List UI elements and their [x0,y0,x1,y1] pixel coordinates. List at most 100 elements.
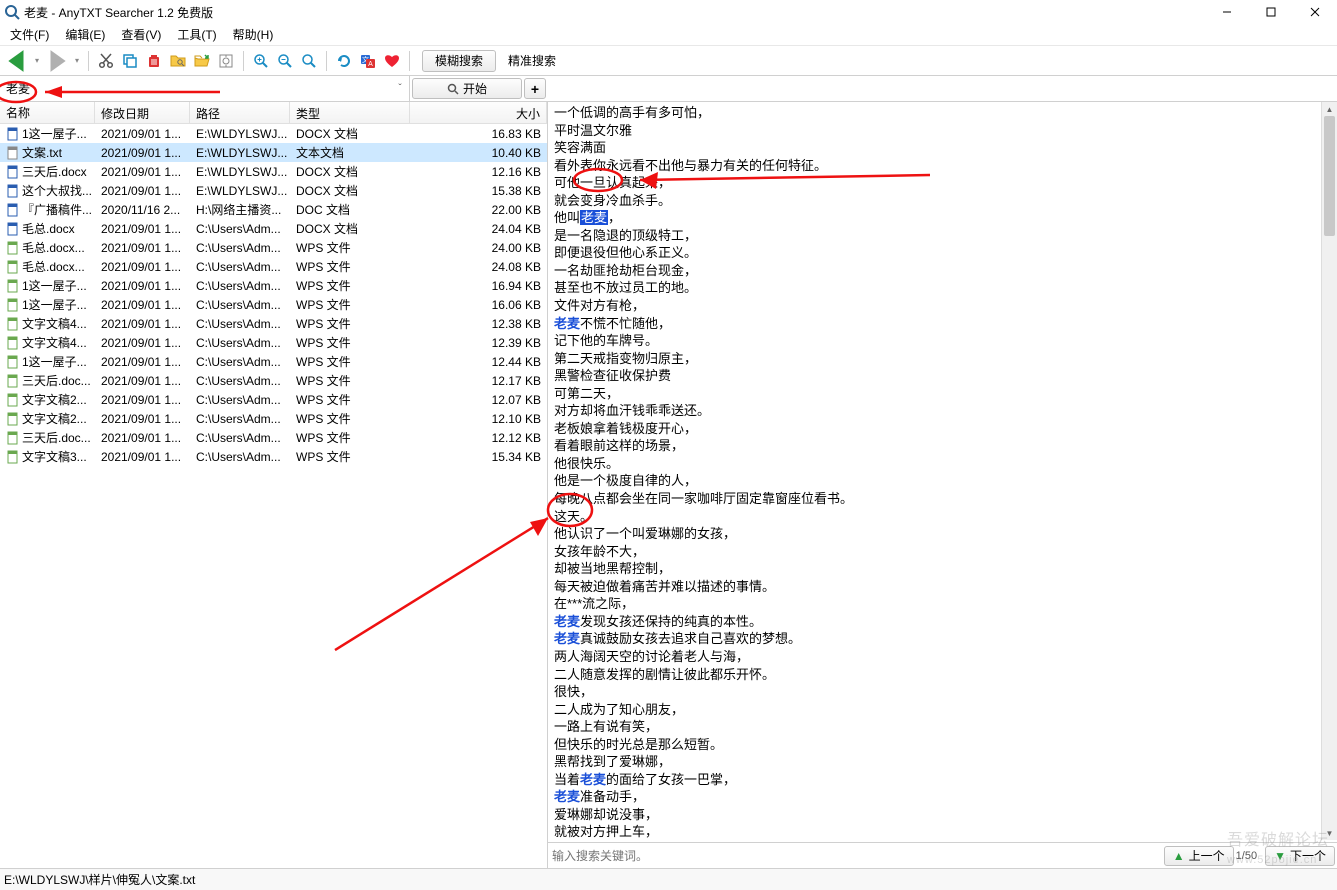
minimize-button[interactable] [1205,0,1249,24]
table-row[interactable]: 文字文稿2...2021/09/01 1...C:\Users\Adm...WP… [0,409,547,428]
col-path[interactable]: 路径 [190,102,290,123]
table-row[interactable]: 毛总.docx2021/09/01 1...C:\Users\Adm...DOC… [0,219,547,238]
scroll-up-icon[interactable]: ▲ [1322,102,1337,116]
zoom-reset-icon[interactable] [298,50,320,72]
results-header: 名称 修改日期 路径 类型 大小 [0,102,547,124]
exact-search-label[interactable]: 精准搜索 [498,50,566,72]
table-row[interactable]: 文案.txt2021/09/01 1...E:\WLDYLSWJ...文本文档1… [0,143,547,162]
menu-file[interactable]: 文件(F) [2,24,57,45]
table-row[interactable]: 这个大叔找...2021/09/01 1...E:\WLDYLSWJ...DOC… [0,181,547,200]
search-dropdown-icon[interactable]: ˇ [391,83,409,94]
window-title: 老麦 - AnyTXT Searcher 1.2 免费版 [24,4,1205,21]
toolbar: ▾ ▾ 文A 模糊搜索 精准搜索 [0,46,1337,76]
preview-line: 黑警检查征收保护费 [554,367,1331,385]
status-bar: E:\WLDYLSWJ\样片\伸冤人\文案.txt [0,868,1337,890]
preview-line: 完事之后对方才注意到老麦， [554,841,1331,842]
app-icon [4,4,20,20]
preview-line: 对方却将血汗钱乖乖送还。 [554,402,1331,420]
col-type[interactable]: 类型 [290,102,410,123]
table-row[interactable]: 文字文稿4...2021/09/01 1...C:\Users\Adm...WP… [0,333,547,352]
cut-icon[interactable] [95,50,117,72]
fuzzy-search-button[interactable]: 模糊搜索 [422,50,496,72]
preview-line: 但快乐的时光总是那么短暂。 [554,736,1331,754]
scroll-thumb[interactable] [1324,116,1335,236]
preview-line: 即便退役但他心系正义。 [554,244,1331,262]
search-row: ˇ 开始 + [0,76,1337,102]
zoom-in-icon[interactable] [250,50,272,72]
find-prev-button[interactable]: ▲上一个 [1164,846,1234,866]
preview-line: 笑容满面 [554,139,1331,157]
table-row[interactable]: 毛总.docx...2021/09/01 1...C:\Users\Adm...… [0,257,547,276]
preview-line: 甚至也不放过员工的地。 [554,279,1331,297]
zoom-out-icon[interactable] [274,50,296,72]
preview-line: 一名劫匪抢劫柜台现金， [554,262,1331,280]
preview-line: 却被当地黑帮控制， [554,560,1331,578]
preview-line: 看着眼前这样的场景， [554,437,1331,455]
preview-line: 二人成为了知心朋友， [554,701,1331,719]
maximize-button[interactable] [1249,0,1293,24]
preview-line: 老麦发现女孩还保持的纯真的本性。 [554,613,1331,631]
results-pane: 名称 修改日期 路径 类型 大小 1这一屋子...2021/09/01 1...… [0,102,548,868]
col-date[interactable]: 修改日期 [95,102,190,123]
table-row[interactable]: 三天后.doc...2021/09/01 1...C:\Users\Adm...… [0,371,547,390]
settings-icon[interactable] [215,50,237,72]
refresh-icon[interactable] [333,50,355,72]
table-row[interactable]: 1这一屋子...2021/09/01 1...C:\Users\Adm...WP… [0,352,547,371]
table-row[interactable]: 三天后.doc...2021/09/01 1...C:\Users\Adm...… [0,428,547,447]
preview-find-input[interactable] [552,846,1158,866]
table-row[interactable]: 三天后.docx2021/09/01 1...E:\WLDYLSWJ...DOC… [0,162,547,181]
svg-text:A: A [368,61,373,68]
preview-line: 女孩年龄不大， [554,543,1331,561]
col-name[interactable]: 名称 [0,102,95,123]
status-path: E:\WLDYLSWJ\样片\伸冤人\文案.txt [4,871,195,888]
nav-back-button[interactable] [4,51,30,71]
translate-icon[interactable]: 文A [357,50,379,72]
nav-forward-button[interactable] [44,51,70,71]
table-row[interactable]: 1这一屋子...2021/09/01 1...C:\Users\Adm...WP… [0,276,547,295]
preview-line: 一路上有说有笑， [554,718,1331,736]
search-input[interactable] [2,78,389,100]
preview-line: 当着老麦的面给了女孩一巴掌， [554,771,1331,789]
favorite-icon[interactable] [381,50,403,72]
preview-line: 每晚八点都会坐在同一家咖啡厅固定靠窗座位看书。 [554,490,1331,508]
table-row[interactable]: 1这一屋子...2021/09/01 1...E:\WLDYLSWJ...DOC… [0,124,547,143]
open-file-icon[interactable] [191,50,213,72]
preview-line: 平时温文尔雅 [554,122,1331,140]
results-body: 1这一屋子...2021/09/01 1...E:\WLDYLSWJ...DOC… [0,124,547,868]
table-row[interactable]: 文字文稿2...2021/09/01 1...C:\Users\Adm...WP… [0,390,547,409]
table-row[interactable]: 『广播稿件...2020/11/16 2...H:\网络主播资...DOC 文档… [0,200,547,219]
folder-search-icon[interactable] [167,50,189,72]
preview-line: 两人海阔天空的讨论着老人与海， [554,648,1331,666]
preview-line: 爱琳娜却说没事， [554,806,1331,824]
menu-tool[interactable]: 工具(T) [169,24,224,45]
preview-content[interactable]: 一个低调的高手有多可怕，平时温文尔雅笑容满面看外表你永远看不出他与暴力有关的任何… [548,102,1337,842]
preview-scrollbar[interactable]: ▲ ▼ [1321,102,1337,840]
start-search-button[interactable]: 开始 [412,78,522,99]
table-row[interactable]: 文字文稿3...2021/09/01 1...C:\Users\Adm...WP… [0,447,547,466]
col-size[interactable]: 大小 [410,102,547,123]
menu-edit[interactable]: 编辑(E) [57,24,113,45]
menu-help[interactable]: 帮助(H) [225,24,282,45]
preview-line: 就被对方押上车， [554,823,1331,841]
preview-line: 老麦不慌不忙随他， [554,315,1331,333]
preview-pane: 一个低调的高手有多可怕，平时温文尔雅笑容满面看外表你永远看不出他与暴力有关的任何… [548,102,1337,868]
preview-line: 第二天戒指变物归原主， [554,350,1331,368]
preview-line: 他认识了一个叫爱琳娜的女孩， [554,525,1331,543]
close-button[interactable] [1293,0,1337,24]
nav-back-dropdown[interactable]: ▾ [32,51,42,71]
delete-icon[interactable] [143,50,165,72]
preview-line: 是一名隐退的顶级特工， [554,227,1331,245]
preview-line: 他是一个极度自律的人， [554,472,1331,490]
preview-line: 可他一旦认真起来， [554,174,1331,192]
copy-icon[interactable] [119,50,141,72]
menu-view[interactable]: 查看(V) [113,24,169,45]
add-search-button[interactable]: + [524,78,546,99]
table-row[interactable]: 1这一屋子...2021/09/01 1...C:\Users\Adm...WP… [0,295,547,314]
table-row[interactable]: 文字文稿4...2021/09/01 1...C:\Users\Adm...WP… [0,314,547,333]
table-row[interactable]: 毛总.docx...2021/09/01 1...C:\Users\Adm...… [0,238,547,257]
watermark: 吾爱破解论坛www.52pojie.cn [1227,826,1329,868]
nav-forward-dropdown[interactable]: ▾ [72,51,82,71]
preview-line: 看外表你永远看不出他与暴力有关的任何特征。 [554,157,1331,175]
preview-line: 二人随意发挥的剧情让彼此都乐开怀。 [554,666,1331,684]
preview-line: 他很快乐。 [554,455,1331,473]
